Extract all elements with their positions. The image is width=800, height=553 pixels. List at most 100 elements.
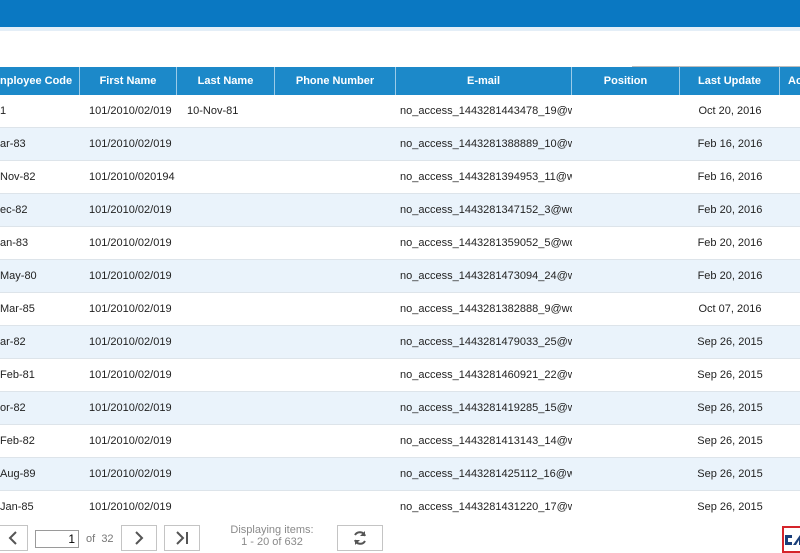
refresh-icon	[354, 531, 366, 545]
cell-phone-number	[275, 392, 396, 425]
cell-position	[572, 95, 680, 128]
cell-employee-code: Feb-81	[0, 369, 35, 381]
cell-position	[572, 128, 680, 161]
cell-last-update: Sep 26, 2015	[697, 402, 763, 414]
column-header-email[interactable]: E-mail	[396, 67, 572, 95]
refresh-button[interactable]	[337, 525, 383, 551]
last-page-icon	[176, 531, 188, 545]
table-row[interactable]: ec-82 101/2010/02/019 no_access_1443281347…	[0, 194, 800, 227]
cell-phone-number	[275, 95, 396, 128]
cell-employee-code: Aug-89	[0, 468, 36, 480]
column-header-last-name[interactable]: Last Name	[177, 67, 275, 95]
cell-employee-code: or-82	[0, 402, 26, 414]
cell-employee-code: ar-83	[0, 138, 26, 150]
cell-first-name: 101/2010/02/019	[89, 468, 172, 480]
cell-email: no_access_1443281359052_5@wo	[400, 237, 572, 249]
cell-first-name: 101/2010/020194	[89, 171, 175, 183]
table-row[interactable]: Nov-82 101/2010/020194 no_access_144328139…	[0, 161, 800, 194]
cell-employee-code: Feb-82	[0, 435, 35, 447]
cell-last-update: Oct 20, 2016	[698, 105, 762, 117]
cell-last-name	[177, 425, 275, 458]
cell-last-update: Feb 16, 2016	[697, 171, 763, 183]
cell-employee-code: ec-82	[0, 204, 28, 216]
cell-employee-code: an-83	[0, 237, 29, 249]
cell-last-name	[177, 491, 275, 524]
cell-email: no_access_1443281473094_24@w	[400, 270, 572, 282]
table-row[interactable]: 1 101/2010/02/019 10-Nov-81 no_access_14432…	[0, 95, 800, 128]
cell-position	[572, 359, 680, 392]
cell-phone-number	[275, 491, 396, 524]
cell-email: no_access_1443281388889_10@w	[400, 138, 572, 150]
cell-employee-code: Mar-85	[0, 303, 35, 315]
cell-phone-number	[275, 161, 396, 194]
cell-employee-code: May-80	[0, 270, 37, 282]
cell-email: no_access_1443281413143_14@w	[400, 435, 572, 447]
cell-email: no_access_1443281419285_15@w	[400, 402, 572, 414]
next-page-icon	[135, 531, 144, 545]
brand-logo-icon	[785, 534, 800, 545]
cell-first-name: 101/2010/02/019	[89, 336, 172, 348]
cell-first-name: 101/2010/02/019	[89, 435, 172, 447]
prev-page-button[interactable]	[0, 525, 28, 551]
table-row[interactable]: Jan-85 101/2010/02/019 no_access_144328143…	[0, 491, 800, 524]
cell-last-name	[177, 392, 275, 425]
column-header-employee-code[interactable]: nployee Code	[0, 67, 80, 95]
cell-position	[572, 260, 680, 293]
column-header-phone-number[interactable]: Phone Number	[275, 67, 396, 95]
cell-phone-number	[275, 293, 396, 326]
pager-bar: of 32 Displaying items: 1 - 20 of 632	[0, 522, 800, 553]
cell-last-name	[177, 128, 275, 161]
last-page-button[interactable]	[164, 525, 200, 551]
cell-last-name: 10-Nov-81	[187, 105, 239, 117]
cell-phone-number	[275, 458, 396, 491]
table-row[interactable]: ar-82 101/2010/02/019 no_access_1443281479…	[0, 326, 800, 359]
next-page-button[interactable]	[121, 525, 157, 551]
brand-logo[interactable]	[782, 526, 800, 553]
table-row[interactable]: May-80 101/2010/02/019 no_access_144328147…	[0, 260, 800, 293]
table-row[interactable]: Feb-81 101/2010/02/019 no_access_144328146…	[0, 359, 800, 392]
app-top-bar	[0, 0, 800, 27]
cell-last-update: Feb 20, 2016	[697, 270, 763, 282]
cell-last-name	[177, 194, 275, 227]
displaying-items-text: Displaying items: 1 - 20 of 632	[230, 524, 314, 548]
cell-phone-number	[275, 326, 396, 359]
cell-last-update: Sep 26, 2015	[697, 369, 763, 381]
cell-email: no_access_1443281431220_17@w	[400, 501, 572, 513]
cell-last-name	[177, 326, 275, 359]
cell-last-update: Oct 07, 2016	[698, 303, 762, 315]
cell-first-name: 101/2010/02/019	[89, 501, 172, 513]
table-row[interactable]: ar-83 101/2010/02/019 no_access_1443281388…	[0, 128, 800, 161]
cell-email: no_access_1443281460921_22@w	[400, 369, 572, 381]
cell-first-name: 101/2010/02/019	[89, 138, 172, 150]
cell-position	[572, 194, 680, 227]
grid-toolbar	[0, 31, 800, 92]
column-header-last-update[interactable]: Last Update	[680, 67, 780, 95]
cell-first-name: 101/2010/02/019	[89, 270, 172, 282]
page-total-label: of 32	[86, 533, 114, 545]
table-row[interactable]: Aug-89 101/2010/02/019 no_access_144328142…	[0, 458, 800, 491]
cell-phone-number	[275, 359, 396, 392]
page-number-input[interactable]	[35, 530, 79, 548]
cell-phone-number	[275, 128, 396, 161]
cell-last-update: Feb 16, 2016	[697, 138, 763, 150]
cell-phone-number	[275, 425, 396, 458]
cell-last-name	[177, 260, 275, 293]
column-header-first-name[interactable]: First Name	[80, 67, 177, 95]
column-header-extra[interactable]: Ac	[780, 67, 800, 95]
table-row[interactable]: Feb-82 101/2010/02/019 no_access_144328141…	[0, 425, 800, 458]
table-row[interactable]: an-83 101/2010/02/019 no_access_1443281359…	[0, 227, 800, 260]
cell-last-update: Feb 20, 2016	[697, 204, 763, 216]
cell-last-name	[177, 161, 275, 194]
cell-last-update: Sep 26, 2015	[697, 501, 763, 513]
cell-phone-number	[275, 227, 396, 260]
column-header-position[interactable]: Position	[572, 67, 680, 95]
cell-first-name: 101/2010/02/019	[89, 402, 172, 414]
table-row[interactable]: Mar-85 101/2010/02/019 no_access_144328138…	[0, 293, 800, 326]
cell-employee-code: ar-82	[0, 336, 26, 348]
cell-phone-number	[275, 260, 396, 293]
cell-email: no_access_1443281394953_11@w	[400, 171, 572, 183]
table-row[interactable]: or-82 101/2010/02/019 no_access_1443281419…	[0, 392, 800, 425]
cell-position	[572, 392, 680, 425]
cell-last-name	[177, 359, 275, 392]
cell-employee-code: Nov-82	[0, 171, 36, 183]
